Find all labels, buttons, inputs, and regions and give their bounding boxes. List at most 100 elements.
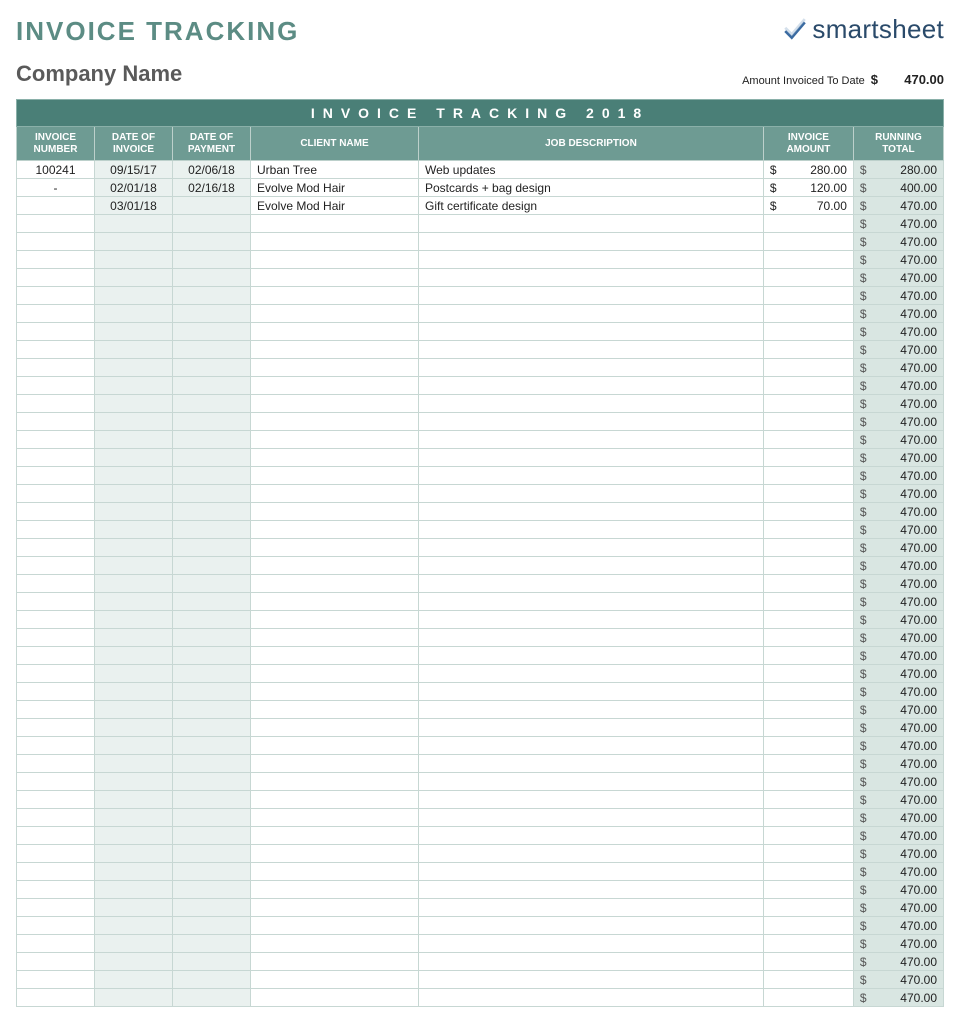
- table-row[interactable]: $470.00: [17, 359, 944, 377]
- cell-invoice-amount[interactable]: [763, 467, 853, 485]
- cell-invoice-amount[interactable]: [763, 809, 853, 827]
- cell-invoice-number[interactable]: [17, 215, 95, 233]
- cell-invoice-number[interactable]: [17, 899, 95, 917]
- cell-date-payment[interactable]: [173, 953, 251, 971]
- cell-date-invoice[interactable]: [95, 791, 173, 809]
- cell-job-description[interactable]: [419, 485, 764, 503]
- cell-invoice-number[interactable]: [17, 647, 95, 665]
- cell-running-total[interactable]: $470.00: [853, 593, 943, 611]
- cell-date-invoice[interactable]: [95, 719, 173, 737]
- cell-invoice-amount[interactable]: [763, 683, 853, 701]
- cell-invoice-number[interactable]: [17, 485, 95, 503]
- table-row[interactable]: $470.00: [17, 467, 944, 485]
- cell-date-invoice[interactable]: [95, 593, 173, 611]
- cell-date-invoice[interactable]: [95, 323, 173, 341]
- cell-date-payment[interactable]: [173, 647, 251, 665]
- cell-client-name[interactable]: [251, 593, 419, 611]
- cell-invoice-amount[interactable]: [763, 773, 853, 791]
- cell-job-description[interactable]: [419, 395, 764, 413]
- cell-date-invoice[interactable]: [95, 341, 173, 359]
- cell-job-description[interactable]: [419, 701, 764, 719]
- cell-invoice-amount[interactable]: $70.00: [763, 197, 853, 215]
- cell-client-name[interactable]: [251, 575, 419, 593]
- cell-job-description[interactable]: [419, 521, 764, 539]
- cell-client-name[interactable]: [251, 755, 419, 773]
- cell-invoice-number[interactable]: [17, 845, 95, 863]
- cell-invoice-number[interactable]: [17, 971, 95, 989]
- cell-job-description[interactable]: [419, 809, 764, 827]
- cell-running-total[interactable]: $470.00: [853, 845, 943, 863]
- cell-client-name[interactable]: [251, 233, 419, 251]
- cell-date-invoice[interactable]: [95, 467, 173, 485]
- cell-invoice-amount[interactable]: [763, 449, 853, 467]
- table-row[interactable]: $470.00: [17, 845, 944, 863]
- cell-date-invoice[interactable]: [95, 611, 173, 629]
- cell-date-invoice[interactable]: 03/01/18: [95, 197, 173, 215]
- table-row[interactable]: $470.00: [17, 791, 944, 809]
- table-row[interactable]: $470.00: [17, 431, 944, 449]
- table-row[interactable]: $470.00: [17, 809, 944, 827]
- cell-date-payment[interactable]: [173, 809, 251, 827]
- cell-invoice-amount[interactable]: [763, 881, 853, 899]
- cell-date-payment[interactable]: [173, 467, 251, 485]
- cell-date-payment[interactable]: [173, 269, 251, 287]
- cell-date-payment[interactable]: [173, 773, 251, 791]
- cell-running-total[interactable]: $470.00: [853, 215, 943, 233]
- cell-running-total[interactable]: $470.00: [853, 935, 943, 953]
- cell-running-total[interactable]: $470.00: [853, 575, 943, 593]
- cell-date-payment[interactable]: [173, 719, 251, 737]
- table-row[interactable]: $470.00: [17, 971, 944, 989]
- cell-client-name[interactable]: [251, 503, 419, 521]
- cell-running-total[interactable]: $470.00: [853, 719, 943, 737]
- cell-client-name[interactable]: [251, 683, 419, 701]
- cell-client-name[interactable]: [251, 719, 419, 737]
- cell-date-payment[interactable]: [173, 521, 251, 539]
- table-row[interactable]: $470.00: [17, 701, 944, 719]
- cell-invoice-number[interactable]: [17, 557, 95, 575]
- cell-client-name[interactable]: [251, 521, 419, 539]
- cell-date-payment[interactable]: 02/06/18: [173, 161, 251, 179]
- cell-date-invoice[interactable]: [95, 701, 173, 719]
- table-row[interactable]: $470.00: [17, 377, 944, 395]
- cell-invoice-number[interactable]: [17, 737, 95, 755]
- invoice-table[interactable]: INVOICE TRACKING 2018 INVOICE NUMBER DAT…: [16, 99, 944, 1007]
- cell-invoice-amount[interactable]: [763, 701, 853, 719]
- cell-date-payment[interactable]: [173, 449, 251, 467]
- cell-running-total[interactable]: $470.00: [853, 287, 943, 305]
- cell-job-description[interactable]: [419, 719, 764, 737]
- cell-job-description[interactable]: [419, 935, 764, 953]
- cell-date-invoice[interactable]: [95, 665, 173, 683]
- table-row[interactable]: $470.00: [17, 521, 944, 539]
- cell-invoice-number[interactable]: [17, 791, 95, 809]
- cell-date-invoice[interactable]: [95, 953, 173, 971]
- cell-running-total[interactable]: $470.00: [853, 467, 943, 485]
- table-row[interactable]: $470.00: [17, 935, 944, 953]
- cell-date-payment[interactable]: [173, 323, 251, 341]
- cell-invoice-number[interactable]: [17, 413, 95, 431]
- cell-running-total[interactable]: $470.00: [853, 647, 943, 665]
- cell-date-payment[interactable]: [173, 431, 251, 449]
- cell-date-payment[interactable]: [173, 935, 251, 953]
- cell-date-payment[interactable]: [173, 899, 251, 917]
- cell-running-total[interactable]: $470.00: [853, 827, 943, 845]
- cell-job-description[interactable]: Web updates: [419, 161, 764, 179]
- cell-date-payment[interactable]: [173, 611, 251, 629]
- cell-invoice-amount[interactable]: [763, 611, 853, 629]
- cell-invoice-amount[interactable]: [763, 845, 853, 863]
- cell-client-name[interactable]: [251, 809, 419, 827]
- cell-client-name[interactable]: [251, 251, 419, 269]
- cell-date-invoice[interactable]: [95, 557, 173, 575]
- cell-running-total[interactable]: $470.00: [853, 683, 943, 701]
- cell-date-payment[interactable]: [173, 557, 251, 575]
- table-row[interactable]: $470.00: [17, 989, 944, 1007]
- cell-invoice-number[interactable]: [17, 593, 95, 611]
- cell-date-payment[interactable]: [173, 413, 251, 431]
- cell-client-name[interactable]: [251, 467, 419, 485]
- cell-date-payment[interactable]: [173, 395, 251, 413]
- table-row[interactable]: $470.00: [17, 251, 944, 269]
- cell-running-total[interactable]: $470.00: [853, 305, 943, 323]
- cell-running-total[interactable]: $280.00: [853, 161, 943, 179]
- cell-client-name[interactable]: [251, 665, 419, 683]
- cell-invoice-amount[interactable]: [763, 377, 853, 395]
- cell-client-name[interactable]: [251, 701, 419, 719]
